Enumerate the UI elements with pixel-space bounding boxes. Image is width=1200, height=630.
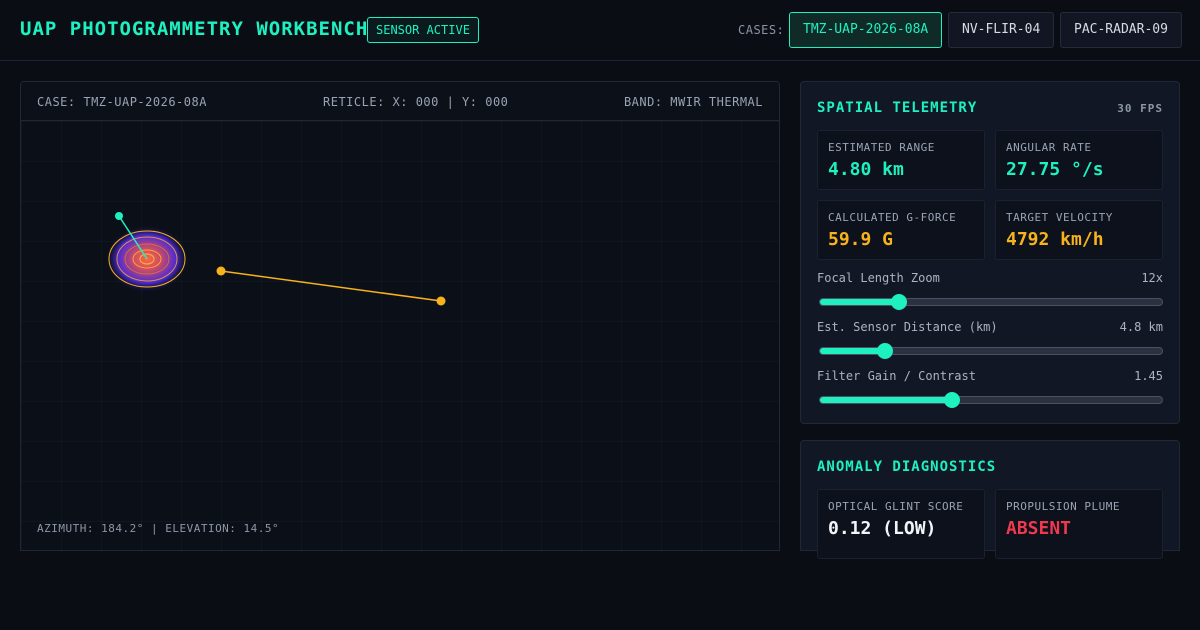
sensor-canvas[interactable] [21,121,780,551]
spatial-telemetry-panel: SPATIAL TELEMETRY 30 FPS ESTIMATED RANGE… [800,81,1180,424]
slider-label: Est. Sensor Distance (km) [817,320,998,334]
card-label: ANGULAR RATE [1006,141,1092,154]
sensor-status-badge: SENSOR ACTIVE [367,17,479,43]
viewer-case-readout: CASE: TMZ-UAP-2026-08A [37,95,207,109]
glint-score-card: OPTICAL GLINT SCORE 0.12 (LOW) [817,489,985,559]
card-value: ABSENT [1006,518,1072,539]
case-tab-nv-flir-04[interactable]: NV-FLIR-04 [948,12,1055,48]
diagnostics-title: ANOMALY DIAGNOSTICS [817,459,997,475]
track-end-marker[interactable] [436,296,446,306]
propulsion-plume-card: PROPULSION PLUME ABSENT [995,489,1163,559]
reticle-readout: RETICLE: X: 000 | Y: 000 [323,95,509,109]
app-title: UAP PHOTOGRAMMETRY WORKBENCH [20,18,369,40]
track-start-marker[interactable] [216,266,226,276]
cases-label: CASES: [738,23,785,37]
slider-label: Filter Gain / Contrast [817,369,976,383]
slider-thumb[interactable] [890,294,907,310]
slider-fill [820,299,899,305]
sensor-viewer: CASE: TMZ-UAP-2026-08A RETICLE: X: 000 |… [20,81,780,551]
fps-readout: 30 FPS [1117,102,1163,115]
slider-value: 12x [1141,271,1163,285]
filter-gain-slider[interactable] [819,392,1163,408]
slider-fill [820,397,952,403]
slider-value: 1.45 [1134,369,1163,383]
azimuth-elevation-readout: AZIMUTH: 184.2° | ELEVATION: 14.5° [37,522,280,535]
angular-rate-card: ANGULAR RATE 27.75 °/s [995,130,1163,190]
telemetry-title: SPATIAL TELEMETRY [817,100,978,116]
band-readout: BAND: MWIR THERMAL [623,95,763,109]
anomaly-diagnostics-panel: ANOMALY DIAGNOSTICS OPTICAL GLINT SCORE … [800,440,1180,559]
estimated-range-card: ESTIMATED RANGE 4.80 km [817,130,985,190]
case-tab-pac-radar-09[interactable]: PAC-RADAR-09 [1060,12,1182,48]
slider-value: 4.8 km [1119,320,1163,334]
sensor-distance-slider[interactable] [819,343,1163,359]
card-value: 4.80 km [828,159,904,180]
card-value: 59.9 G [828,229,894,250]
card-label: TARGET VELOCITY [1006,211,1113,224]
card-value: 4792 km/h [1006,229,1104,250]
card-value: 27.75 °/s [1006,159,1104,180]
sensor-grid [21,121,779,550]
card-label: ESTIMATED RANGE [828,141,935,154]
app-header: UAP PHOTOGRAMMETRY WORKBENCH SENSOR ACTI… [0,0,1200,61]
card-label: OPTICAL GLINT SCORE [828,500,964,513]
viewer-info-bar: CASE: TMZ-UAP-2026-08A RETICLE: X: 000 |… [21,82,779,121]
focal-length-slider[interactable] [819,294,1163,310]
target-velocity-card: TARGET VELOCITY 4792 km/h [995,200,1163,260]
focal-length-slider-row: Focal Length Zoom 12x [817,271,1163,315]
card-label: PROPULSION PLUME [1006,500,1120,513]
slider-fill [820,348,885,354]
sensor-distance-slider-row: Est. Sensor Distance (km) 4.8 km [817,320,1163,364]
filter-gain-slider-row: Filter Gain / Contrast 1.45 [817,369,1163,413]
g-force-card: CALCULATED G-FORCE 59.9 G [817,200,985,260]
card-label: CALCULATED G-FORCE [828,211,957,224]
heading-marker[interactable] [115,212,123,220]
slider-thumb[interactable] [943,392,960,408]
case-tab-tmz-uap-2026-08a[interactable]: TMZ-UAP-2026-08A [789,12,943,48]
card-value: 0.12 (LOW) [828,518,937,539]
slider-thumb[interactable] [876,343,893,359]
slider-label: Focal Length Zoom [817,271,940,285]
